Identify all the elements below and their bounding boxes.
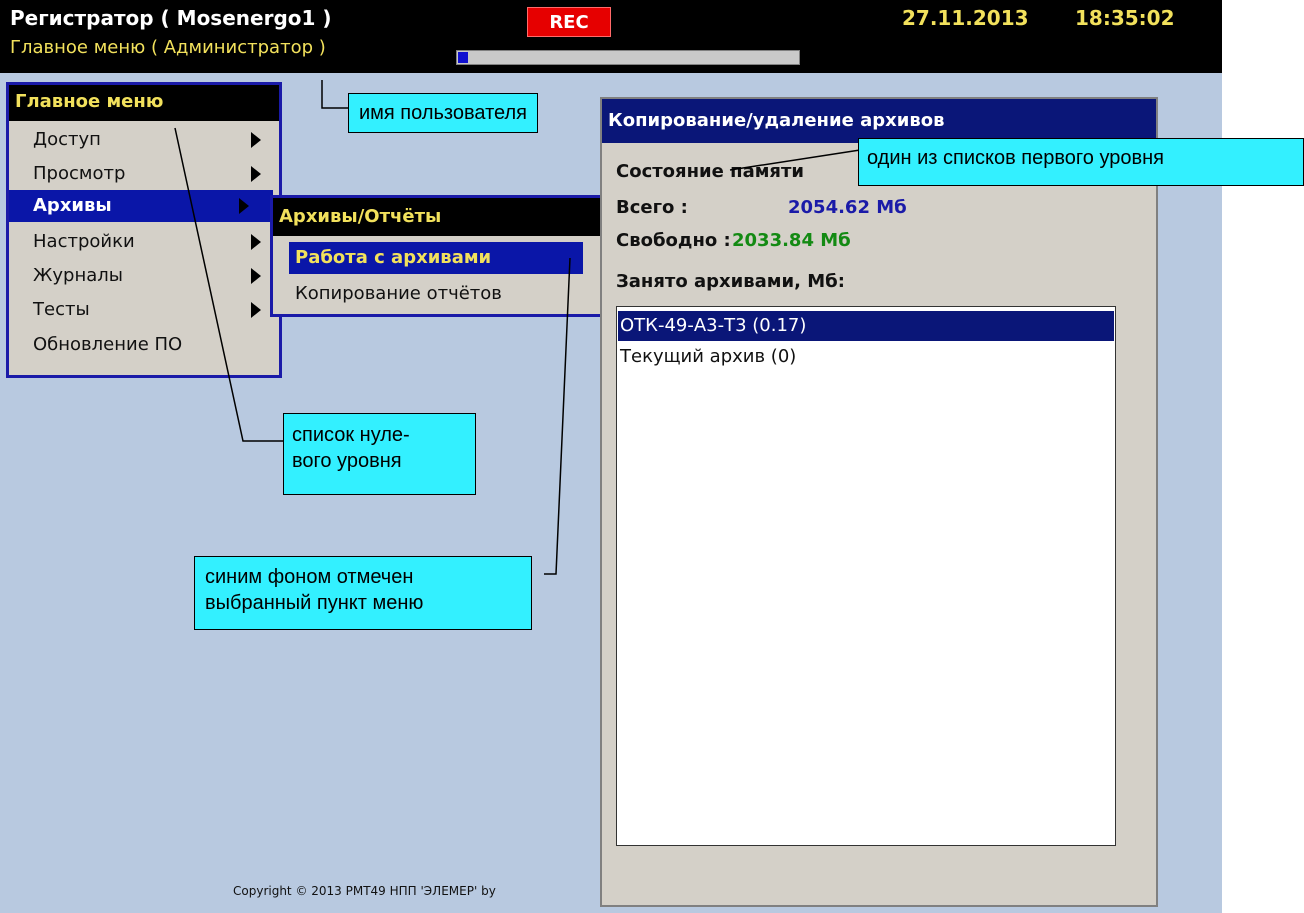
triangle-right-icon [251, 302, 261, 318]
progress-bar [456, 50, 800, 65]
list-item[interactable]: ОТК-49-А3-Т3 (0.17) [618, 311, 1114, 341]
menu-item-update[interactable]: Обновление ПО [9, 329, 279, 361]
callout-text-line: список нуле- [292, 424, 410, 446]
submenu-title: Архивы/Отчёты [273, 198, 607, 236]
main-menu-title: Главное меню [9, 85, 279, 121]
menu-item-label: Копирование отчётов [295, 283, 502, 304]
menu-item-label: Просмотр [33, 163, 126, 184]
rec-badge: REC [527, 7, 611, 37]
triangle-right-icon [251, 234, 261, 250]
memory-state-label: Состояние памяти [616, 161, 805, 182]
menu-item-settings[interactable]: Настройки [9, 226, 279, 258]
archive-dialog: Копирование/удаление архивов Состояние п… [600, 97, 1158, 907]
menu-item-label: Обновление ПО [33, 334, 183, 355]
archive-list[interactable]: ОТК-49-А3-Т3 (0.17) Текущий архив (0) [616, 306, 1116, 846]
time-display: 18:35:02 [1075, 6, 1175, 30]
free-value: 2033.84 Мб [732, 230, 851, 251]
menu-item-work-with-archives[interactable]: Работа с архивами [289, 242, 583, 274]
callout-zero-level-list: список нуле- вого уровня [283, 413, 476, 495]
callout-user-name: имя пользователя [348, 93, 538, 133]
total-label: Всего : [616, 197, 688, 218]
archives-submenu-panel: Архивы/Отчёты Работа с архивами Копирова… [270, 195, 610, 317]
total-value: 2054.62 Мб [788, 197, 907, 218]
app-title: Регистратор ( Mosenergo1 ) [10, 6, 332, 30]
triangle-right-icon [239, 198, 249, 214]
triangle-right-icon [251, 268, 261, 284]
menu-item-view[interactable]: Просмотр [9, 158, 279, 190]
callout-first-level-list: один из списков первого уровня [858, 138, 1304, 186]
menu-item-copy-reports[interactable]: Копирование отчётов [289, 278, 607, 310]
menu-item-label: Работа с архивами [295, 247, 492, 268]
callout-text-line: выбранный пункт меню [205, 592, 424, 614]
copyright-footer: Copyright © 2013 РМТ49 НПП 'ЭЛЕМЕР' by [233, 884, 496, 898]
archive-dialog-title: Копирование/удаление архивов [602, 99, 1156, 143]
menu-item-label: Журналы [33, 265, 123, 286]
menu-item-journals[interactable]: Журналы [9, 260, 279, 292]
list-item[interactable]: Текущий архив (0) [618, 342, 1114, 372]
free-label: Свободно : [616, 230, 731, 251]
title-bar: Регистратор ( Mosenergo1 ) Главное меню … [0, 0, 1222, 73]
menu-item-label: Доступ [33, 129, 101, 150]
menu-item-archives[interactable]: Архивы [9, 190, 273, 222]
progress-fill [458, 52, 468, 63]
menu-item-label: Тесты [33, 299, 90, 320]
menu-item-tests[interactable]: Тесты [9, 294, 279, 326]
menu-path-user: Главное меню ( Администратор ) [10, 37, 326, 58]
date-display: 27.11.2013 [902, 6, 1029, 30]
callout-text-line: вого уровня [292, 450, 402, 472]
callout-selected-item: синим фоном отмечен выбранный пункт меню [194, 556, 532, 630]
main-menu-panel: Главное меню Доступ Просмотр Архивы Наст… [6, 82, 282, 378]
triangle-right-icon [251, 166, 261, 182]
triangle-right-icon [251, 132, 261, 148]
callout-text-line: синим фоном отмечен [205, 566, 414, 588]
menu-item-label: Настройки [33, 231, 135, 252]
recorder-screen: Регистратор ( Mosenergo1 ) Главное меню … [0, 0, 1222, 913]
menu-item-label: Архивы [33, 195, 112, 216]
occupied-label: Занято архивами, Мб: [616, 271, 845, 292]
menu-item-access[interactable]: Доступ [9, 124, 279, 156]
